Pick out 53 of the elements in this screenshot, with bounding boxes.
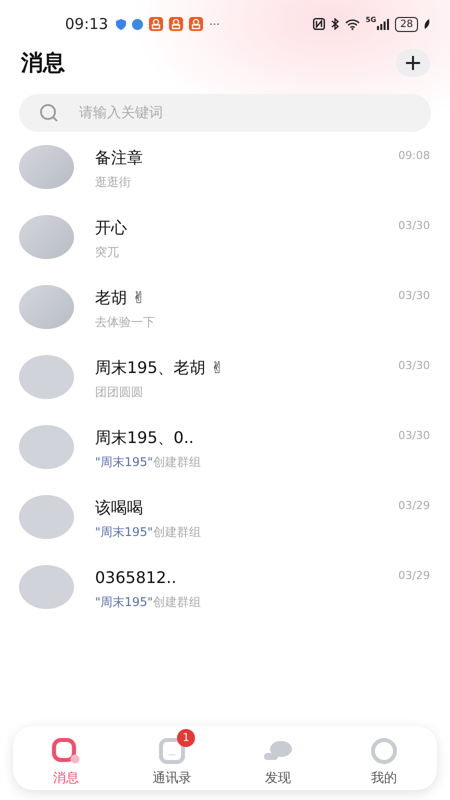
signal-icon [377,18,390,30]
page-title: 消息 [21,50,65,78]
message-preview: "周末195"创建群组 [95,594,202,611]
nav-tab[interactable]: 我的 [331,728,437,788]
conversation-item[interactable]: 开心 突兀 03/30 [0,215,450,285]
contacts-icon [159,738,185,764]
message-time: 03/30 [398,358,430,372]
nav-tab[interactable]: 发现 [225,728,331,788]
conversation-name: 该喝喝 [95,497,144,519]
conversation-name: 老胡 ✌ [95,287,146,309]
conversation-name: 周末195、老胡 ✌ [95,357,226,379]
message-preview: "周末195"创建群组 [95,524,202,541]
conversation-name: 开心 [95,217,128,239]
message-time: 09:08 [398,148,430,162]
conversation-item[interactable]: 该喝喝 "周末195"创建群组 03/29 [0,495,450,565]
unread-count-badge: 1 [177,728,195,746]
conversation-item[interactable]: 备注章 逛逛街 09:08 [0,145,450,215]
chat-bubble-icon [52,738,80,764]
conversation-name: 备注章 [95,147,144,169]
conversation-name: 0365812.. [95,567,178,589]
conversation-item[interactable]: 0365812.. "周末195"创建群组 03/29 [0,565,450,635]
message-preview: 突兀 [95,244,120,261]
conversation-item[interactable]: 周末195、老胡 ✌ 团团圆圆 03/30 [0,355,450,425]
conversation-item[interactable]: 周末195、0.. "周末195"创建群组 03/30 [0,425,450,495]
message-time: 03/30 [398,428,430,442]
add-button[interactable] [396,49,430,77]
status-time: 09:13 [65,15,108,33]
conversation-item[interactable]: 老胡 ✌ 去体验一下 03/30 [0,285,450,355]
plus-icon [405,55,421,71]
wifi-icon [344,18,360,30]
app-icon [149,17,164,31]
battery-level: 28 [395,16,418,32]
nav-tab[interactable]: 1 通讯录 [119,728,225,788]
app-icon [169,17,184,31]
profile-icon [371,738,397,764]
search-field[interactable]: 请输入关键词 [19,94,431,132]
globe-icon [132,18,144,30]
nfc-icon [312,18,325,30]
message-time: 03/30 [398,218,430,232]
more-notifications: ··· [209,18,220,30]
message-preview: 去体验一下 [95,314,156,331]
bluetooth-icon [330,18,339,30]
app-icon [189,17,204,31]
message-preview: 团团圆圆 [95,384,144,401]
discover-icon [263,738,293,762]
message-preview: 逛逛街 [95,174,132,191]
shield-icon [116,18,126,30]
leaf-icon [424,19,430,29]
message-time: 03/30 [398,288,430,302]
message-time: 03/29 [398,498,430,512]
message-time: 03/29 [398,568,430,582]
conversation-name: 周末195、0.. [95,427,195,449]
message-preview: "周末195"创建群组 [95,454,202,471]
